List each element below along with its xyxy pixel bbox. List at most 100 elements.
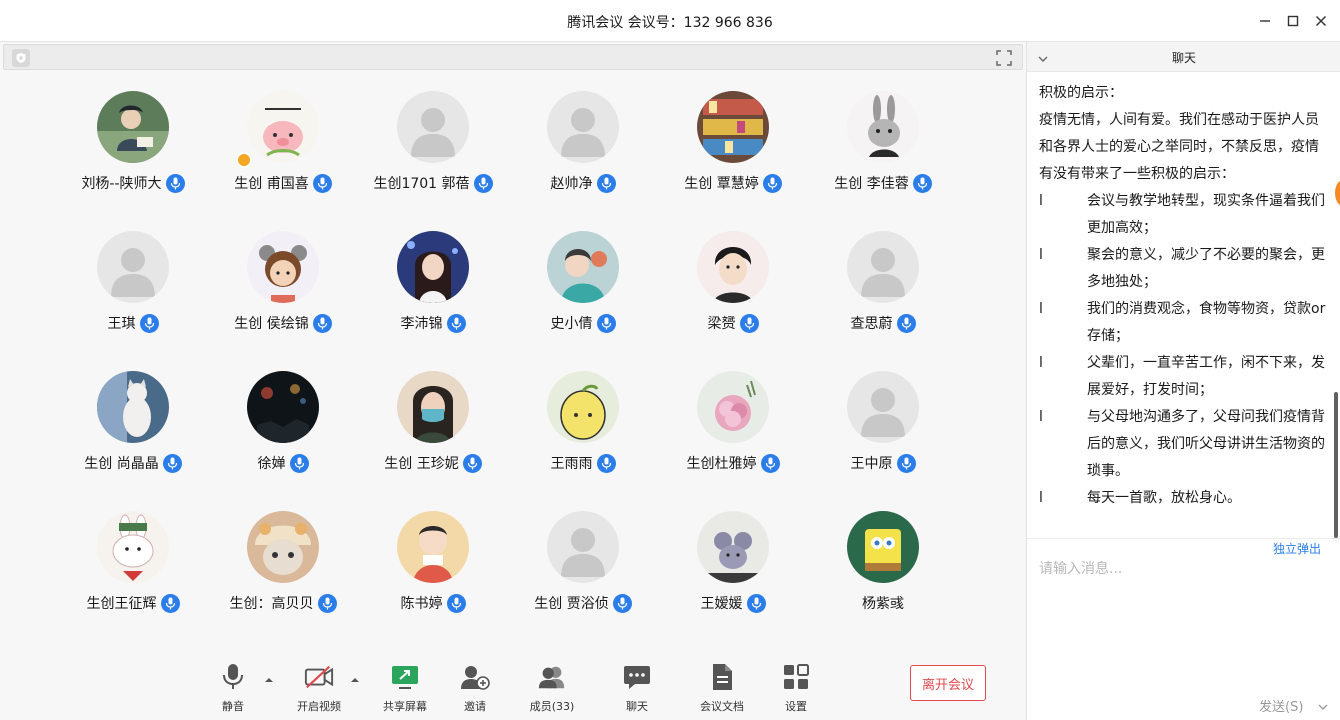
participant-tile[interactable]: 王琪 (58, 228, 208, 368)
message-list-item: l 我们的消费观念，食物等物资，贷款or存储； (1039, 296, 1331, 350)
participant-tile[interactable]: 生创：高贝贝 (208, 508, 358, 648)
microphone-status-icon (446, 313, 466, 333)
participant-tile[interactable]: 李沛锦 (358, 228, 508, 368)
fullscreen-icon[interactable] (994, 48, 1014, 68)
microphone-status-icon (473, 173, 493, 193)
meeting-docs-button[interactable]: 会议文档 (692, 662, 752, 714)
participant-tile[interactable]: 生创王征辉 (58, 508, 208, 648)
start-video-button[interactable]: 开启视频 (289, 662, 349, 714)
send-options-caret-icon[interactable] (1317, 698, 1329, 710)
bullet-mark: l (1039, 490, 1043, 506)
bullet-mark: l (1039, 409, 1043, 425)
popout-link[interactable]: 独立弹出 (1273, 540, 1321, 557)
document-icon (707, 662, 737, 692)
participant-name-line: 杨紫彧 (862, 593, 904, 613)
avatar (97, 371, 169, 443)
mute-button[interactable]: 静音 (203, 662, 263, 714)
participant-tile[interactable]: 生创 李佳蓉 (808, 88, 958, 228)
avatar (847, 91, 919, 163)
participant-name-line: 王雨雨 (551, 453, 616, 473)
participant-tile[interactable]: 查思蔚 (808, 228, 958, 368)
message-item-text: 父辈们，一直辛苦工作，闲不下来，发展爱好，打发时间； (1087, 355, 1325, 398)
participant-name: 生创 覃慧婷 (684, 176, 759, 192)
meeting-window: 腾讯会议 会议号：132 966 836 刘杨--陕师大 生创 甫国喜 生创1701… (0, 0, 1340, 720)
avatar (847, 511, 919, 583)
participant-name: 王琪 (107, 316, 136, 332)
close-icon[interactable] (1310, 10, 1332, 32)
participant-tile[interactable]: 王中原 (808, 368, 958, 508)
participant-name: 陈书婷 (400, 596, 443, 612)
minimize-icon[interactable] (1254, 10, 1276, 32)
participant-tile[interactable]: 史小倩 (508, 228, 658, 368)
participant-tile[interactable]: 生创 王珍妮 (358, 368, 508, 508)
participant-tile[interactable]: 生创1701 郭蓓 (358, 88, 508, 228)
meeting-toolbar: 静音 开启视频 共享屏幕 邀请 成员(33) 聊天 会议文档 设置 离开会议 (0, 662, 1026, 720)
send-button[interactable]: 发送(S) (1259, 696, 1303, 715)
participant-tile[interactable]: 杨紫彧 (808, 508, 958, 648)
share-screen-button[interactable]: 共享屏幕 (375, 662, 435, 714)
video-options-caret-icon[interactable] (350, 670, 360, 682)
participant-tile[interactable]: 刘杨--陕师大 (58, 88, 208, 228)
participant-tile[interactable]: 徐婵 (208, 368, 358, 508)
participant-name: 生创 李佳蓉 (834, 176, 909, 192)
participant-tile[interactable]: 生创杜雅婷 (658, 368, 808, 508)
microphone-status-icon (312, 313, 332, 333)
participant-grid: 刘杨--陕师大 生创 甫国喜 生创1701 郭蓓 赵帅净 生创 覃慧婷 生创 李佳蓉 王琪生… (58, 88, 958, 648)
participant-tile[interactable]: 生创 贾浴侦 (508, 508, 658, 648)
avatar (397, 91, 469, 163)
participant-name: 生创 贾浴侦 (534, 596, 609, 612)
settings-button[interactable]: 设置 (766, 662, 826, 714)
maximize-icon[interactable] (1282, 10, 1304, 32)
participant-name-line: 史小倩 (551, 313, 616, 333)
microphone-status-icon (896, 453, 916, 473)
participant-tile[interactable]: 王雨雨 (508, 368, 658, 508)
participant-name: 王雨雨 (550, 456, 593, 472)
participant-name: 徐婵 (257, 456, 286, 472)
chat-scrollbar[interactable] (1334, 392, 1338, 538)
add-person-icon (460, 662, 490, 692)
chat-button[interactable]: 聊天 (607, 662, 667, 714)
settings-label: 设置 (785, 700, 807, 713)
participant-name: 生创：高贝贝 (229, 596, 314, 612)
leave-meeting-button[interactable]: 离开会议 (910, 665, 986, 701)
shield-icon[interactable] (12, 49, 30, 67)
message-list-item: l 每天一首歌，放松身心。 (1039, 485, 1331, 512)
avatar (97, 511, 169, 583)
participant-tile[interactable]: 梁赟 (658, 228, 808, 368)
mute-options-caret-icon[interactable] (264, 670, 274, 682)
participant-tile[interactable]: 生创 侯绘锦 (208, 228, 358, 368)
participant-name-line: 王中原 (851, 453, 916, 473)
participant-tile[interactable]: 生创 尚晶晶 (58, 368, 208, 508)
participant-name-line: 王嫒媛 (701, 593, 766, 613)
avatar (397, 511, 469, 583)
participant-tile[interactable]: 陈书婷 (358, 508, 508, 648)
window-title: 腾讯会议 会议号：132 966 836 (567, 15, 773, 31)
members-icon (537, 662, 567, 692)
microphone-status-icon (596, 313, 616, 333)
message-heading: 积极的启示： (1039, 85, 1123, 101)
participant-name-line: 生创：高贝贝 (230, 593, 337, 613)
video-label: 开启视频 (297, 700, 341, 713)
members-button[interactable]: 成员(33) (522, 662, 582, 714)
message-input[interactable]: 请输入消息... (1039, 558, 1329, 578)
microphone-status-icon (139, 313, 159, 333)
participant-name: 史小倩 (550, 316, 593, 332)
participant-name-line: 生创 李佳蓉 (834, 173, 932, 193)
microphone-status-icon (746, 593, 766, 613)
participant-name: 王嫒媛 (700, 596, 743, 612)
chat-label: 聊天 (626, 700, 648, 713)
chat-divider (1027, 538, 1340, 539)
invite-button[interactable]: 邀请 (445, 662, 505, 714)
participant-tile[interactable]: 王嫒媛 (658, 508, 808, 648)
participant-name-line: 生创1701 郭蓓 (373, 173, 493, 193)
participant-tile[interactable]: 赵帅净 (508, 88, 658, 228)
participant-name-line: 刘杨--陕师大 (81, 173, 185, 193)
bullet-mark: l (1039, 247, 1043, 263)
avatar (247, 371, 319, 443)
chat-header: 聊天 (1027, 42, 1340, 72)
participant-tile[interactable]: 生创 甫国喜 (208, 88, 358, 228)
chat-messages: 积极的启示： 疫情无情，人间有爱。我们在感动于医护人员和各界人士的爱心之举同时，… (1039, 80, 1331, 512)
participant-tile[interactable]: 生创 覃慧婷 (658, 88, 808, 228)
participant-name-line: 赵帅净 (551, 173, 616, 193)
participant-name: 生创1701 郭蓓 (373, 176, 470, 192)
